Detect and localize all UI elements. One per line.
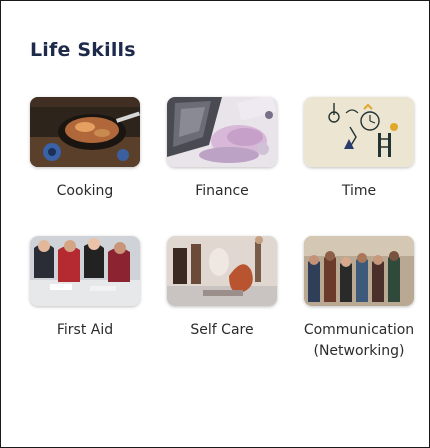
finance-image <box>167 97 277 167</box>
skill-label-line2: (Networking) <box>313 343 405 359</box>
skill-label: Cooking <box>56 183 114 199</box>
communication-image <box>304 236 414 306</box>
skill-label: First Aid <box>56 322 114 338</box>
self-care-image <box>167 236 277 306</box>
cooking-image <box>30 97 140 167</box>
section-title: Life Skills <box>30 39 136 61</box>
skill-card-finance[interactable]: Finance <box>165 97 279 205</box>
skill-label: Finance <box>195 183 249 199</box>
first-aid-image <box>30 236 140 306</box>
skill-card-first-aid[interactable]: First Aid <box>28 236 142 344</box>
time-image <box>304 97 414 167</box>
skill-label: Self Care <box>190 322 254 338</box>
life-skills-panel: Life Skills Cooking Finance Time First A… <box>0 0 430 448</box>
skill-card-communication[interactable]: Communication (Networking) <box>302 236 416 365</box>
skill-card-cooking[interactable]: Cooking <box>28 97 142 205</box>
skill-card-time[interactable]: Time <box>302 97 416 205</box>
skill-card-self-care[interactable]: Self Care <box>165 236 279 344</box>
skill-label: Time <box>341 183 377 199</box>
